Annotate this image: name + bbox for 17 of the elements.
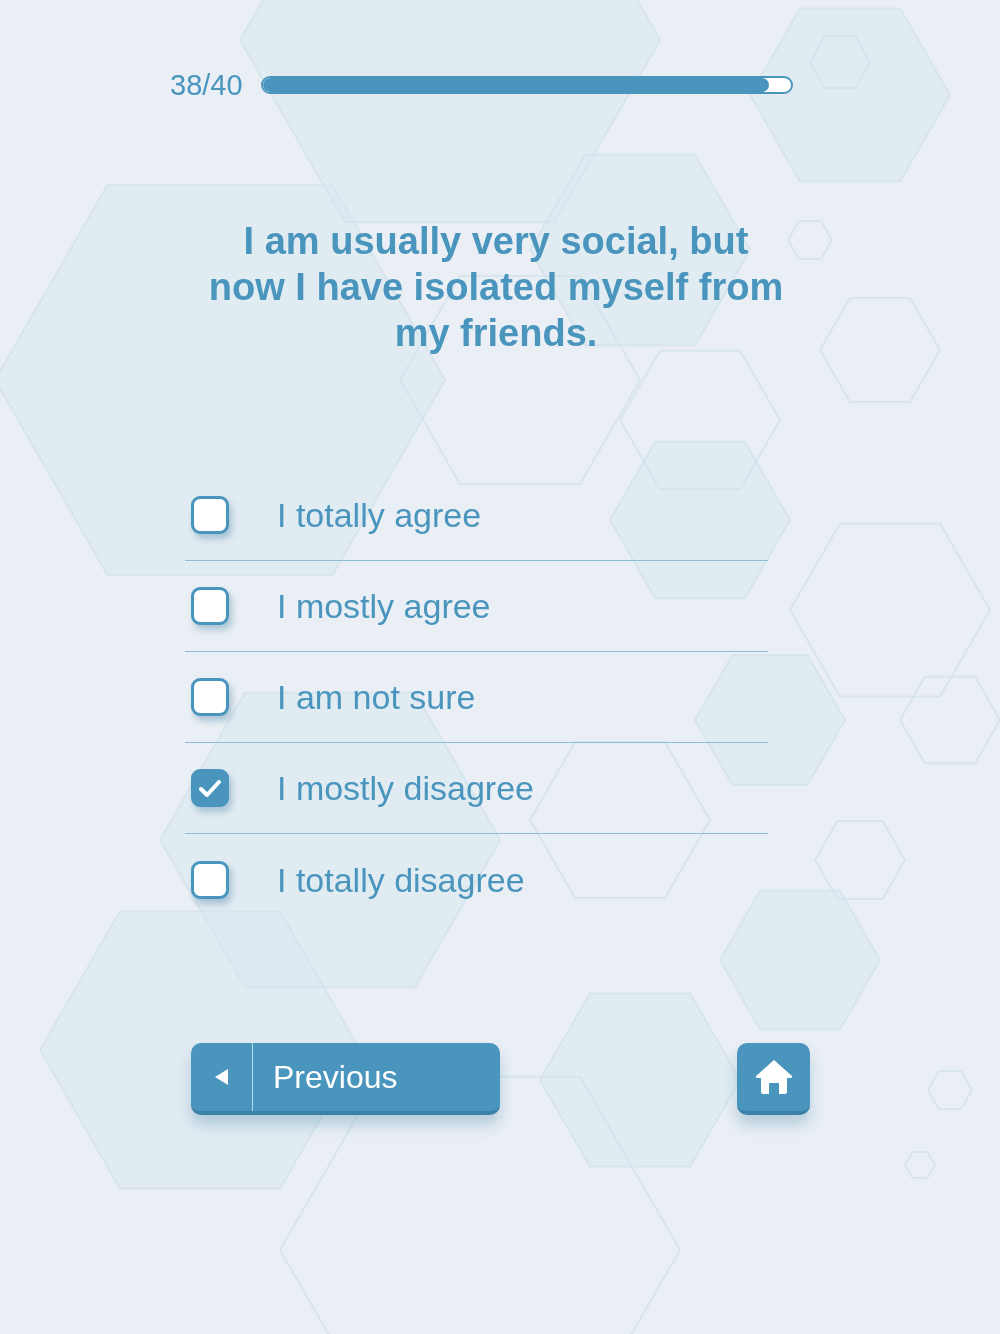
progress-counter: 38/40 bbox=[170, 68, 243, 102]
checkbox[interactable] bbox=[191, 587, 229, 625]
previous-button[interactable]: Previous bbox=[191, 1043, 500, 1115]
option-label: I mostly disagree bbox=[277, 768, 534, 809]
option-label: I totally agree bbox=[277, 495, 482, 536]
checkbox[interactable] bbox=[191, 860, 229, 899]
caret-left-icon bbox=[215, 1069, 228, 1085]
option-label: I am not sure bbox=[277, 677, 476, 718]
home-button[interactable] bbox=[737, 1043, 810, 1115]
question-text: I am usually very social, but now I have isolated myself from my friends. bbox=[207, 219, 785, 356]
checkmark-icon bbox=[199, 779, 221, 797]
checkbox[interactable] bbox=[191, 496, 229, 534]
option-label: I mostly agree bbox=[277, 586, 491, 627]
checkbox[interactable] bbox=[191, 769, 229, 807]
home-icon bbox=[754, 1059, 793, 1095]
option-label: I totally disagree bbox=[277, 859, 525, 901]
checkbox[interactable] bbox=[191, 678, 229, 716]
